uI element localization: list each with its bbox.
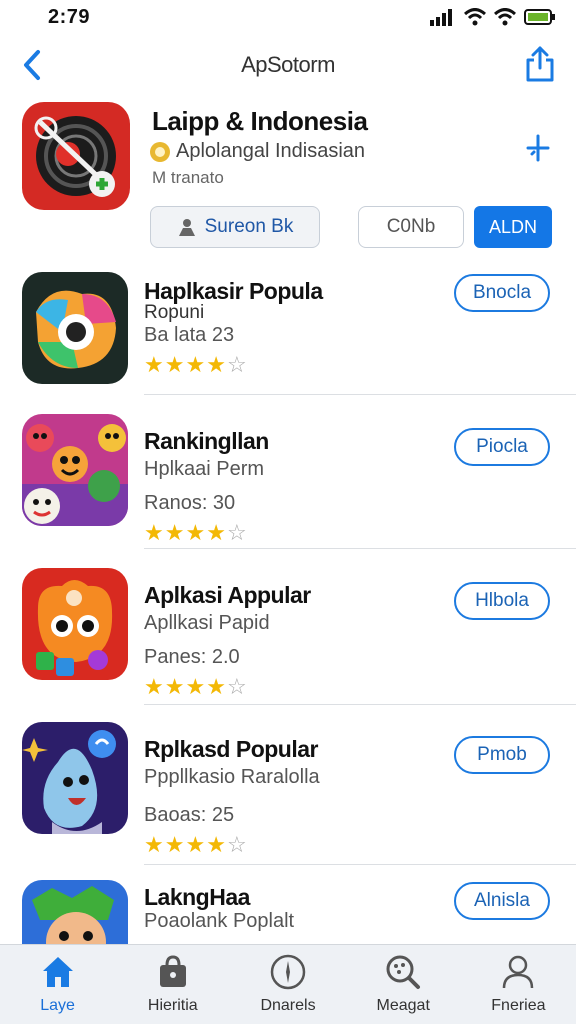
app-name: Haplkasir Popula: [144, 278, 323, 304]
list-item[interactable]: LakngHaa Poaolank Poplalt Alnisla: [0, 878, 576, 944]
get-button[interactable]: Hlbola: [454, 582, 550, 620]
star-outline-icon: ☆: [226, 352, 248, 377]
star-icon: ★: [144, 520, 165, 545]
person-pin-icon: [178, 219, 195, 236]
tab-label: Meagat: [376, 997, 430, 1014]
featured-app-title: Laipp & Indonesia: [152, 106, 368, 136]
app-name: Rankingllan: [144, 428, 269, 454]
list-item[interactable]: Rplkasd Popular Pppllkasio Raralolla Bao…: [0, 720, 576, 874]
divider: [144, 394, 576, 395]
sparkle-icon[interactable]: [524, 134, 552, 162]
app-subtitle: Ba lata 23: [144, 324, 235, 346]
app-subtitle: Hplkaai Perm: [144, 458, 265, 480]
star-icon: ★: [206, 832, 227, 857]
star-icon: ★: [164, 520, 186, 545]
tab-label: Fneriea: [491, 997, 546, 1014]
app-meta: Panes: 2.0: [144, 646, 240, 668]
tab-home[interactable]: Laye: [0, 945, 115, 1024]
star-outline-icon: ☆: [226, 832, 248, 857]
divider: [144, 864, 576, 865]
app-meta: Baoas: 25: [144, 804, 235, 826]
outline-action-button[interactable]: C0Nb: [358, 206, 464, 248]
get-button[interactable]: Bnocla: [454, 274, 550, 312]
star-icon: ★: [164, 674, 186, 699]
app-icon[interactable]: [22, 568, 128, 680]
nav-bar: ApSotorm: [0, 40, 576, 90]
featured-app-subtitle: Aplolangal Indisasian: [176, 140, 366, 162]
person-icon: [503, 955, 534, 989]
app-icon[interactable]: [22, 722, 128, 834]
star-icon: ★: [144, 674, 165, 699]
tab-label: Dnarels: [260, 997, 316, 1014]
tab-label: Laye: [40, 997, 75, 1014]
get-button[interactable]: Pmob: [454, 736, 550, 774]
tab-label: Hieritia: [147, 997, 198, 1014]
status-bar: 2:79: [0, 0, 576, 36]
secondary-action-button[interactable]: Sureon Bk: [150, 206, 320, 248]
compass-icon: [270, 954, 306, 990]
list-item[interactable]: Rankingllan Hplkaai Perm Ranos: 30 ★★★★☆…: [0, 412, 576, 566]
award-badge-icon: [150, 141, 170, 162]
featured-app-developer: M tranato: [152, 168, 224, 187]
star-icon: ★: [206, 352, 227, 377]
tab-bar: Laye Hieritia Dnarels Meagat Fneriea: [0, 944, 576, 1024]
app-subtitle: Pppllkasio Raralolla: [144, 766, 320, 788]
star-icon: ★: [185, 352, 207, 377]
app-name: LakngHaa: [144, 884, 250, 910]
share-icon[interactable]: [524, 44, 556, 84]
featured-app-subtitle-row: Aplolangal Indisasian: [150, 140, 365, 163]
bag-icon: [159, 955, 186, 987]
wifi-icon-2: [494, 8, 516, 26]
app-meta: Ranos: 30: [144, 492, 236, 514]
star-icon: ★: [144, 832, 165, 857]
tab-search[interactable]: Meagat: [346, 945, 461, 1024]
star-outline-icon: ☆: [226, 674, 248, 699]
search-icon: [386, 955, 421, 989]
home-icon: [42, 957, 73, 987]
list-item[interactable]: Aplkasi Appular Apllkasi Papid Panes: 2.…: [0, 566, 576, 720]
status-time: 2:79: [48, 6, 91, 28]
divider: [144, 704, 576, 705]
get-button[interactable]: Alnisla: [454, 882, 550, 920]
list-item[interactable]: Haplkasir Popula Ropuni Ba lata 23 ★★★★☆…: [0, 262, 576, 416]
star-icon: ★: [185, 520, 207, 545]
get-button[interactable]: Piocla: [454, 428, 550, 466]
page-title: ApSotorm: [241, 52, 335, 77]
tab-profile[interactable]: Fneriea: [461, 945, 576, 1024]
star-icon: ★: [164, 352, 186, 377]
star-outline-icon: ☆: [226, 520, 248, 545]
secondary-action-label: Sureon Bk: [204, 216, 294, 237]
app-name-line2: Ropuni: [144, 302, 205, 323]
star-icon: ★: [144, 352, 165, 377]
star-icon: ★: [185, 832, 207, 857]
app-subtitle: Poaolank Poplalt: [144, 910, 295, 932]
star-icon: ★: [185, 674, 207, 699]
star-icon: ★: [206, 520, 227, 545]
star-icon: ★: [164, 832, 186, 857]
signal-icon: [430, 9, 452, 26]
tab-explore[interactable]: Dnarels: [230, 945, 345, 1024]
app-icon[interactable]: [22, 880, 128, 944]
status-icons: [430, 8, 556, 26]
featured-app: Laipp & Indonesia Aplolangal Indisasian …: [0, 100, 576, 260]
app-icon[interactable]: [22, 414, 128, 526]
app-subtitle: Apllkasi Papid: [144, 612, 270, 634]
app-icon[interactable]: [22, 272, 128, 384]
rating-stars: ★★★★☆: [144, 674, 248, 700]
battery-icon: [524, 9, 555, 25]
divider: [144, 548, 576, 549]
rating-stars: ★★★★☆: [144, 352, 248, 378]
primary-action-button[interactable]: ALDN: [474, 206, 552, 248]
featured-app-icon[interactable]: [22, 102, 130, 210]
rating-stars: ★★★★☆: [144, 832, 248, 858]
app-name: Rplkasd Popular: [144, 736, 318, 762]
wifi-icon: [464, 8, 486, 26]
app-name: Aplkasi Appular: [144, 582, 311, 608]
rating-stars: ★★★★☆: [144, 520, 248, 546]
tab-store[interactable]: Hieritia: [115, 945, 230, 1024]
star-icon: ★: [206, 674, 227, 699]
